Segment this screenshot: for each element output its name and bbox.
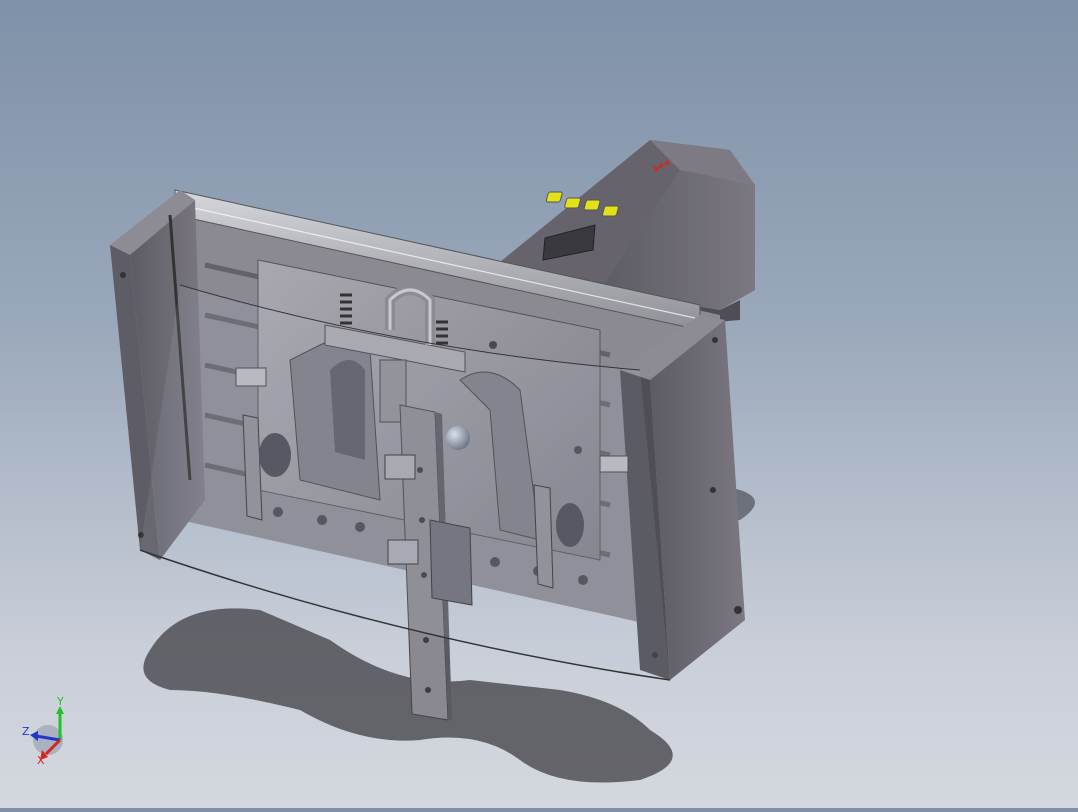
axis-triad-icon[interactable]: Y Z X [22,695,64,767]
screw-icon [712,337,718,343]
3d-viewport[interactable]: Y Z X [0,0,1078,808]
screw-icon [734,606,742,614]
keypad-button[interactable] [583,199,601,211]
axis-y-label: Y [56,695,64,708]
screw-icon [710,487,716,493]
axis-x-label: X [37,754,45,767]
keypad-button[interactable] [545,191,563,203]
screw-icon [120,272,126,278]
keypad-button[interactable] [564,197,581,209]
model-canvas[interactable]: Y Z X [0,0,1078,808]
axis-z-label: Z [22,725,30,738]
keypad-button[interactable] [602,205,619,217]
